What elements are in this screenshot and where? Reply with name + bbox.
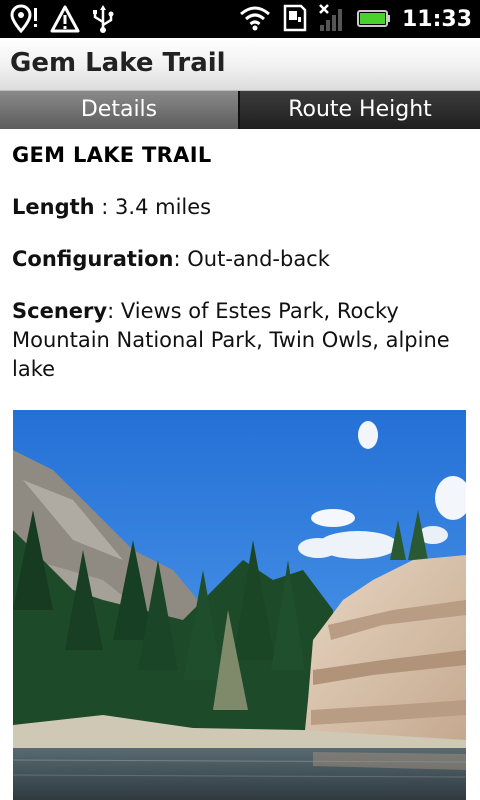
location-pin-icon	[10, 4, 40, 38]
scenery-row: Scenery: Views of Estes Park, Rocky Moun…	[12, 297, 452, 384]
status-left-icons	[10, 4, 116, 38]
warning-icon	[50, 4, 80, 38]
tab-divider	[238, 91, 240, 129]
trail-heading: GEM LAKE TRAIL	[12, 143, 212, 167]
configuration-separator: :	[173, 247, 188, 271]
signal-icon	[318, 3, 346, 37]
wifi-icon	[238, 3, 272, 37]
clock: 11:33	[401, 7, 472, 32]
configuration-value: Out-and-back	[187, 247, 330, 271]
trail-photo	[13, 410, 466, 800]
length-value: 3.4 miles	[115, 195, 212, 219]
usb-icon	[90, 4, 116, 38]
configuration-row: Configuration: Out-and-back	[12, 245, 452, 274]
scenery-separator: :	[107, 299, 121, 323]
configuration-label: Configuration	[12, 247, 174, 271]
status-right-icons: 11:33	[238, 3, 472, 37]
details-content: GEM LAKE TRAIL Length : 3.4 miles Config…	[0, 129, 480, 800]
scenery-label: Scenery	[12, 299, 108, 323]
tab-bar: Details Route Height	[0, 91, 480, 129]
title-bar: Gem Lake Trail	[0, 38, 480, 91]
length-row: Length : 3.4 miles	[12, 193, 452, 222]
length-label: Length	[12, 195, 95, 219]
status-bar: 11:33	[0, 0, 480, 38]
tab-route-height[interactable]: Route Height	[240, 91, 480, 129]
length-separator: :	[94, 195, 116, 219]
tab-details[interactable]: Details	[0, 91, 238, 129]
battery-icon	[356, 3, 392, 37]
page-title: Gem Lake Trail	[10, 48, 226, 78]
sd-card-icon	[282, 3, 308, 37]
